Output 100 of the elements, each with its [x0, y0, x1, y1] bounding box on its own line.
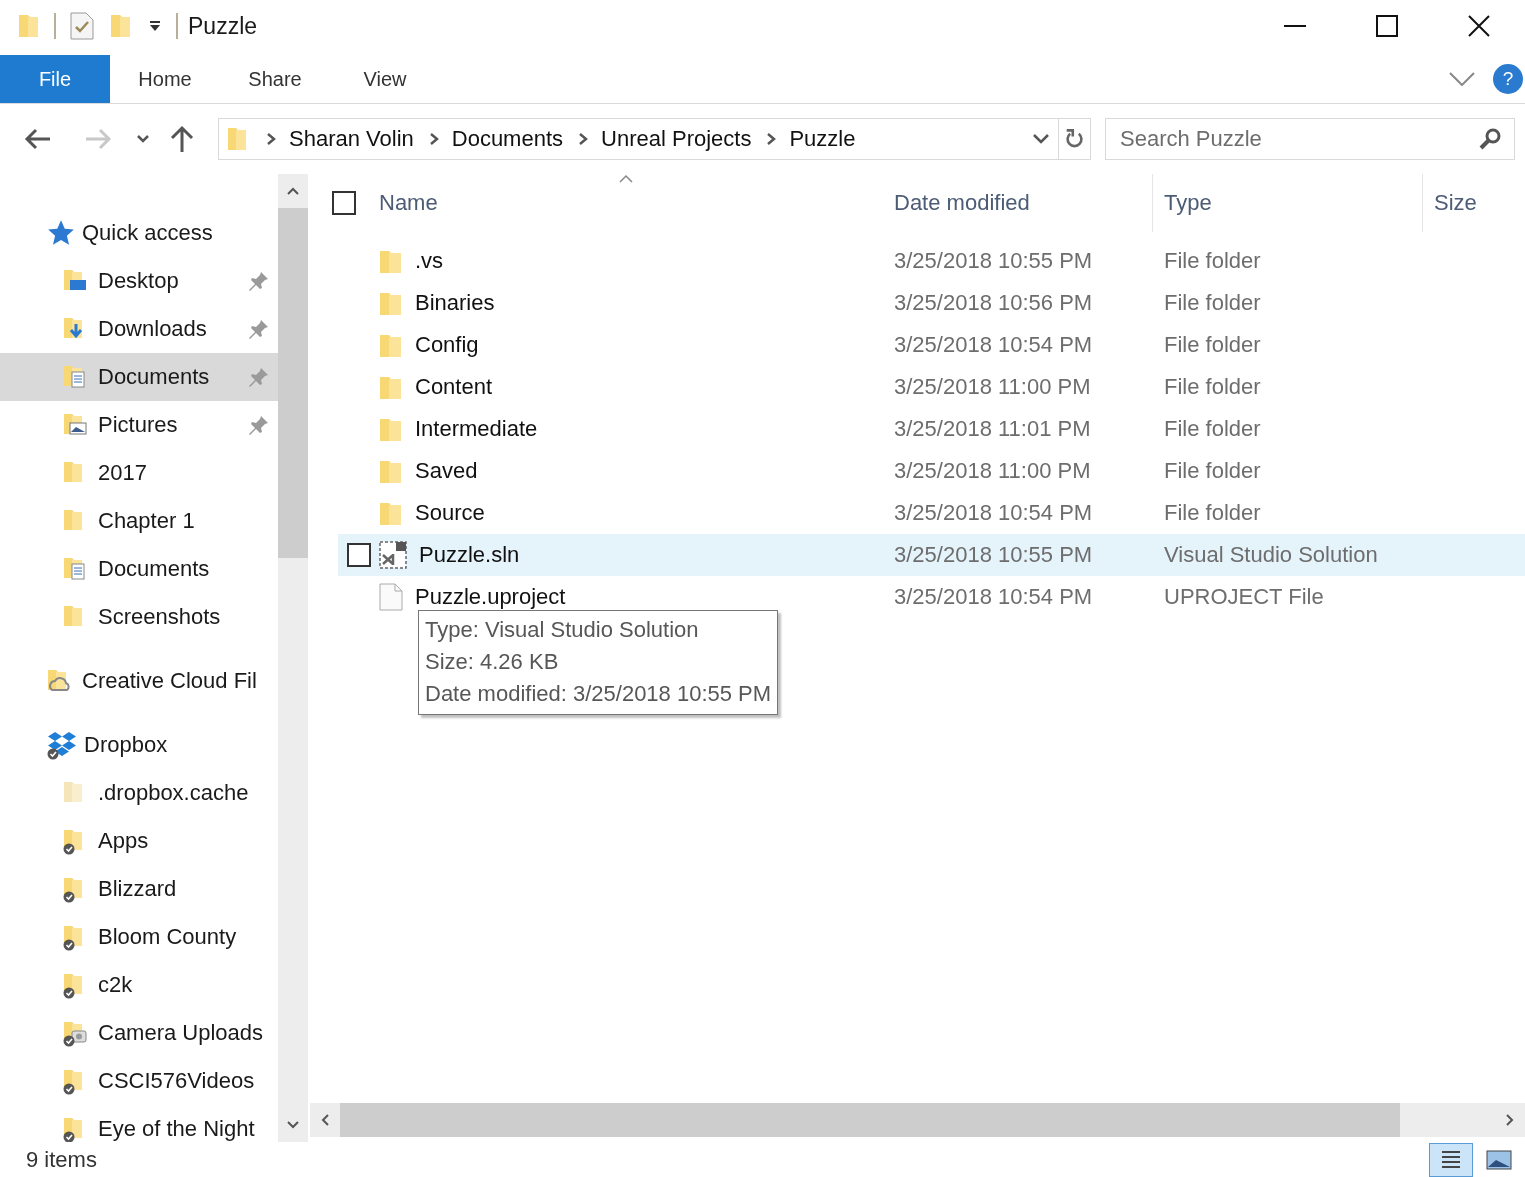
breadcrumb[interactable]: Puzzle — [785, 126, 860, 152]
solution-file-icon — [379, 541, 407, 569]
date-cell-text: 3/25/2018 10:54 PM — [894, 500, 1094, 526]
nav-item[interactable]: Eye of the Night — [0, 1105, 278, 1142]
date-cell-text: 3/25/2018 10:55 PM — [894, 248, 1094, 274]
file-name: Config — [415, 332, 479, 358]
nav-item[interactable]: Documents — [0, 353, 278, 401]
nav-item[interactable]: Downloads — [0, 305, 278, 353]
date-cell-text: 3/25/2018 10:54 PM — [894, 332, 1094, 358]
nav-item[interactable]: Chapter 1 — [0, 497, 278, 545]
file-row[interactable]: Binaries 3/25/2018 10:56 PM File folder — [338, 282, 1525, 324]
nav-item[interactable]: Pictures — [0, 401, 278, 449]
folder-icon — [379, 500, 403, 526]
column-header[interactable]: Type — [1152, 174, 1434, 232]
scrollbar[interactable] — [278, 174, 308, 1142]
up-arrow-icon — [170, 125, 194, 153]
file-name: .vs — [415, 248, 444, 274]
type-cell-text: File folder — [1164, 248, 1262, 274]
column-header[interactable]: Size — [1422, 174, 1525, 232]
nav-item[interactable]: CSCI576Videos — [0, 1057, 278, 1105]
ribbon-tab[interactable]: View — [330, 55, 440, 103]
date-cell-text: 3/25/2018 10:54 PM — [894, 584, 1094, 610]
file-name: Puzzle.uproject — [415, 584, 566, 610]
folder-icon — [379, 458, 403, 484]
search-box[interactable]: Search Puzzle — [1105, 118, 1515, 160]
close-icon — [1468, 15, 1490, 37]
file-row[interactable]: Content 3/25/2018 11:00 PM File folder — [338, 366, 1525, 408]
file-row[interactable]: Config 3/25/2018 10:54 PM File folder — [338, 324, 1525, 366]
file-row[interactable]: Source 3/25/2018 10:54 PM File folder — [338, 492, 1525, 534]
type-cell-text: File folder — [1164, 332, 1262, 358]
folder-icon — [379, 290, 403, 316]
file-row[interactable]: Puzzle.uproject 3/25/2018 10:54 PM UPROJECT File — [338, 576, 1525, 618]
details-list-icon — [1440, 1149, 1462, 1171]
type-cell-text: Visual Studio Solution — [1164, 542, 1379, 568]
type-cell-text: File folder — [1164, 458, 1262, 484]
nav-item[interactable]: .dropbox.cache — [0, 769, 278, 817]
type-cell-text: File folder — [1164, 290, 1262, 316]
folder-icon — [227, 127, 247, 151]
nav-item[interactable]: Apps — [0, 817, 278, 865]
nav-item[interactable]: Desktop — [0, 257, 278, 305]
breadcrumb[interactable]: Documents — [447, 126, 568, 152]
search-icon[interactable] — [1478, 127, 1502, 151]
ribbon-tab[interactable]: File — [0, 55, 110, 103]
nav-item[interactable]: Bloom County — [0, 913, 278, 961]
nav-item[interactable]: c2k — [0, 961, 278, 1009]
date-cell-text: 3/25/2018 11:00 PM — [894, 374, 1092, 400]
row-checkbox[interactable] — [347, 543, 371, 567]
file-row[interactable]: Puzzle.sln 3/25/2018 10:55 PM Visual Studio Solution — [338, 534, 1525, 576]
file-name: Binaries — [415, 290, 495, 316]
folder-icon — [379, 248, 403, 274]
breadcrumb[interactable]: Unreal Projects — [597, 126, 756, 152]
pin-icon[interactable] — [248, 414, 270, 436]
sort-caret-icon — [618, 174, 634, 184]
file-name: Intermediate — [415, 416, 538, 442]
tooltip-line: Date modified: 3/25/2018 10:55 PM — [425, 680, 772, 708]
nav-item[interactable]: Quick access — [0, 209, 278, 257]
large-icons-icon — [1486, 1150, 1512, 1170]
file-name: Puzzle.sln — [419, 542, 520, 568]
select-all-checkbox[interactable] — [332, 191, 356, 215]
date-cell-text: 3/25/2018 11:00 PM — [894, 458, 1092, 484]
nav-item[interactable]: Screenshots — [0, 593, 278, 641]
item-count: 9 items — [26, 1147, 97, 1173]
nav-item[interactable]: 2017 — [0, 449, 278, 497]
type-cell-text: File folder — [1164, 416, 1262, 442]
type-cell-text: File folder — [1164, 500, 1262, 526]
chevron-icon[interactable] — [265, 132, 277, 146]
type-cell-text: UPROJECT File — [1164, 584, 1325, 610]
scroll-thumb[interactable] — [278, 208, 308, 558]
expand-ribbon-icon[interactable] — [1449, 72, 1475, 86]
file-icon — [379, 583, 403, 611]
chevron-icon[interactable] — [577, 132, 590, 146]
nav-item[interactable]: Documents — [0, 545, 278, 593]
ribbon-tab[interactable]: Share — [220, 55, 330, 103]
nav-item[interactable]: Dropbox — [0, 721, 278, 769]
nav-item[interactable]: Blizzard — [0, 865, 278, 913]
ribbon-tab[interactable]: Home — [110, 55, 220, 103]
chevron-icon[interactable] — [765, 132, 778, 146]
nav-item[interactable]: Camera Uploads — [0, 1009, 278, 1057]
file-row[interactable]: Intermediate 3/25/2018 11:01 PM File folder — [338, 408, 1525, 450]
date-cell-text: 3/25/2018 11:01 PM — [894, 416, 1092, 442]
nav-item[interactable]: Creative Cloud Fil — [0, 657, 278, 705]
type-cell-text: File folder — [1164, 374, 1262, 400]
column-header[interactable]: Name — [379, 174, 894, 232]
file-name: Source — [415, 500, 485, 526]
pin-icon[interactable] — [248, 318, 270, 340]
back-arrow-icon — [24, 128, 52, 150]
file-row[interactable]: Saved 3/25/2018 11:00 PM File folder — [338, 450, 1525, 492]
file-row[interactable]: .vs 3/25/2018 10:55 PM File folder — [338, 240, 1525, 282]
minimize-icon — [1284, 24, 1306, 28]
pin-icon[interactable] — [248, 270, 270, 292]
details-view-button[interactable] — [1429, 1143, 1473, 1177]
tooltip-line: Size: 4.26 KB — [425, 648, 560, 676]
dropbox-icon — [46, 729, 78, 761]
folder-icon — [379, 416, 403, 442]
address-bar[interactable]: Sharan Volin Documents Unreal Projects Puzzle — [218, 118, 1091, 160]
date-cell-text: 3/25/2018 10:56 PM — [894, 290, 1094, 316]
breadcrumb[interactable]: Sharan Volin — [285, 126, 418, 152]
forward-arrow-icon — [84, 128, 112, 150]
dropdown-icon[interactable] — [1032, 133, 1050, 145]
help-button[interactable]: ? — [1493, 64, 1523, 94]
